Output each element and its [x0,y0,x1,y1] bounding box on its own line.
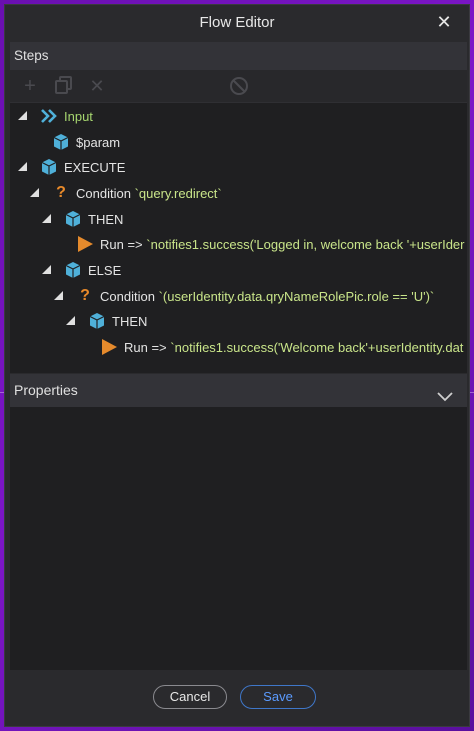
properties-title: Properties [14,382,78,398]
tree-node-label: Run => `notifies1.success('Welcome back'… [124,340,463,355]
collapse-toggle-icon[interactable] [18,162,27,171]
cube-icon [64,261,82,279]
properties-panel: Properties [10,374,467,671]
disable-icon[interactable] [229,76,249,96]
question-icon: ? [56,184,66,201]
tree-node-label: ELSE [88,263,122,278]
tree-node-condition[interactable]: ? Condition `(userIdentity.data.qryNameR… [10,287,467,309]
tree-node-label: Run => `notifies1.success('Logged in, we… [100,237,465,252]
cube-icon [40,158,58,176]
tree-node-label: Condition `(userIdentity.data.qryNameRol… [100,289,434,304]
close-icon[interactable]: ✕ [433,11,455,33]
chevrons-right-icon [40,107,58,125]
steps-panel: Steps + ✕ Input $param EXECUTE ? Conditi… [10,42,467,373]
question-icon: ? [80,287,90,304]
tree-node-label: EXECUTE [64,160,126,175]
cube-icon [64,210,82,228]
copy-icon[interactable] [54,76,74,96]
properties-body [10,407,467,671]
save-button[interactable]: Save [240,685,316,709]
cancel-button[interactable]: Cancel [153,685,227,709]
steps-header: Steps [10,42,467,70]
tree-node-label: Condition `query.redirect` [76,186,222,201]
tree-node-condition[interactable]: ? Condition `query.redirect` [10,184,467,206]
tree-node-then[interactable]: THEN [10,210,467,232]
delete-icon[interactable]: ✕ [87,76,107,96]
tree-node-label: THEN [112,314,148,329]
condition-expression: `query.redirect` [134,186,222,201]
collapse-toggle-icon[interactable] [42,214,51,223]
tree-node-param[interactable]: $param [10,133,467,155]
tree-node-run[interactable]: Run => `notifies1.success('Welcome back'… [10,338,467,360]
add-icon[interactable]: + [20,76,40,96]
tree-node-then[interactable]: THEN [10,312,467,334]
tree-node-label: Input [64,109,93,124]
play-icon [100,338,118,356]
flow-editor-dialog: Flow Editor ✕ Steps + ✕ Input $param EXE… [4,4,470,727]
collapse-toggle-icon[interactable] [42,265,51,274]
steps-tree: Input $param EXECUTE ? Condition `query.… [10,103,467,374]
collapse-toggle-icon[interactable] [66,316,75,325]
condition-keyword: Condition [100,289,155,304]
chevron-down-icon[interactable] [437,383,453,402]
tree-node-run[interactable]: Run => `notifies1.success('Logged in, we… [10,235,467,257]
run-expression: `notifies1.success('Logged in, welcome b… [146,237,465,252]
run-keyword: Run => [124,340,167,355]
collapse-toggle-icon[interactable] [18,111,27,120]
play-icon [76,235,94,253]
run-keyword: Run => [100,237,143,252]
tree-node-label: $param [76,135,121,150]
tree-node-label: THEN [88,212,124,227]
tree-node-execute[interactable]: EXECUTE [10,158,467,180]
collapse-toggle-icon[interactable] [30,188,39,197]
tree-node-else[interactable]: ELSE [10,261,467,283]
dialog-footer: Cancel Save [5,670,469,726]
cube-icon [52,133,70,151]
tree-node-input[interactable]: Input [10,107,467,129]
dialog-title: Flow Editor [199,14,275,31]
condition-keyword: Condition [76,186,131,201]
cube-icon [88,312,106,330]
title-bar: Flow Editor ✕ [5,5,469,41]
collapse-toggle-icon[interactable] [54,291,63,300]
steps-toolbar: + ✕ [10,70,467,103]
run-expression: `notifies1.success('Welcome back'+userId… [170,340,464,355]
condition-expression: `(userIdentity.data.qryNameRolePic.role … [158,289,435,304]
properties-header[interactable]: Properties [10,374,467,407]
